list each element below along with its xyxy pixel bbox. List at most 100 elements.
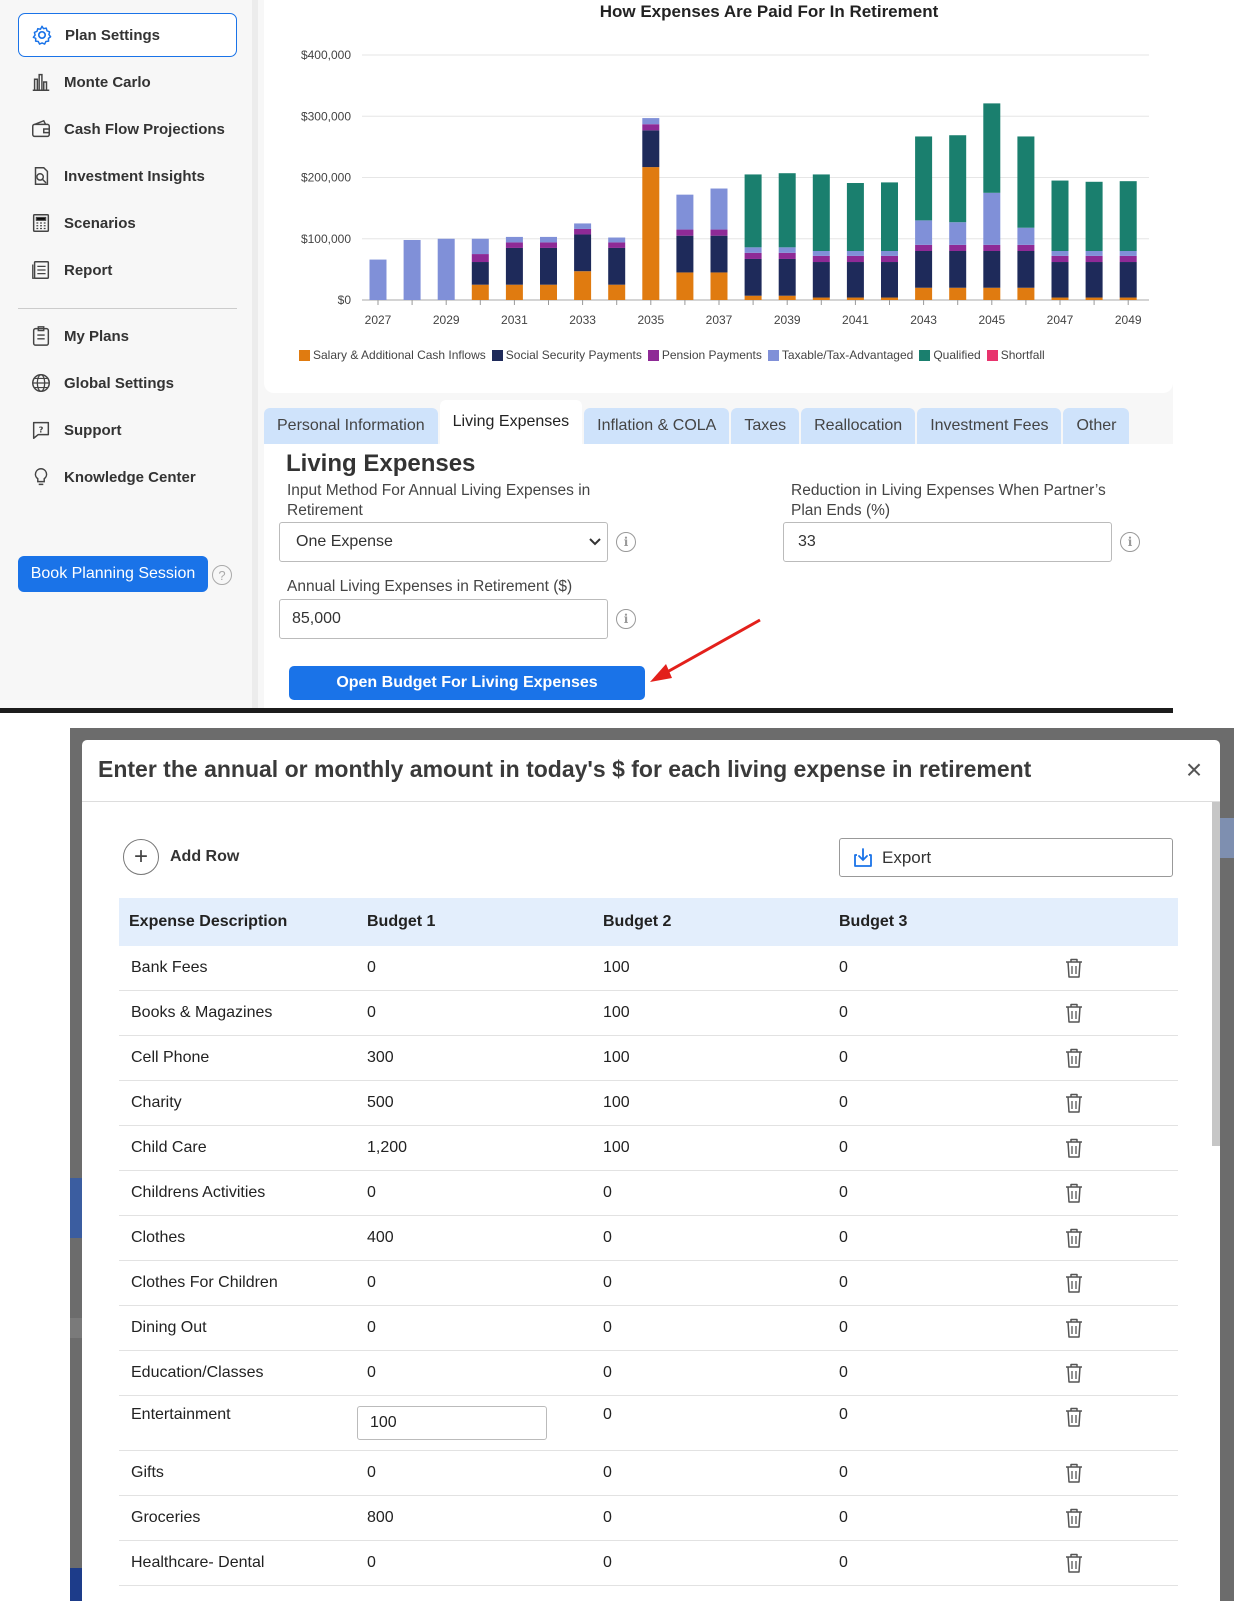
budget-1-cell[interactable]: 0 — [355, 1554, 591, 1572]
table-row: Entertainment 100 0 0 — [119, 1396, 1178, 1451]
expense-description-cell: Dining Out — [131, 1319, 207, 1336]
table-row: Childrens Activities 0 0 0 — [119, 1171, 1178, 1216]
trash-icon[interactable] — [1063, 1317, 1085, 1339]
budget-3-cell[interactable]: 0 — [827, 1004, 1063, 1022]
expense-description-cell: Education/Classes — [131, 1364, 264, 1381]
annotation-arrow-icon — [650, 618, 761, 682]
modal-title: Enter the annual or monthly amount in to… — [98, 756, 1032, 782]
expense-description-cell: Clothes For Children — [131, 1274, 278, 1291]
budget-3-cell[interactable]: 0 — [827, 1364, 1063, 1382]
trash-icon[interactable] — [1063, 1272, 1085, 1294]
budget-2-cell[interactable]: 0 — [591, 1319, 827, 1337]
table-row: Clothes 400 0 0 — [119, 1216, 1178, 1261]
table-row: Clothes For Children 0 0 0 — [119, 1261, 1178, 1306]
budget-2-cell[interactable]: 100 — [591, 1049, 827, 1067]
budget-1-cell[interactable]: 0 — [355, 1184, 591, 1202]
budget-2-cell[interactable]: 0 — [591, 1184, 827, 1202]
budget-1-cell[interactable]: 0 — [355, 1274, 591, 1292]
column-header: Budget 1 — [367, 913, 436, 930]
table-row: Education/Classes 0 0 0 — [119, 1351, 1178, 1396]
budget-1-cell[interactable]: 1,200 — [355, 1139, 591, 1157]
trash-icon[interactable] — [1063, 1227, 1085, 1249]
budget-1-cell[interactable]: 0 — [355, 1004, 591, 1022]
expense-description-cell: Cell Phone — [131, 1049, 210, 1066]
budget-1-input[interactable]: 100 — [357, 1406, 547, 1440]
budget-2-cell[interactable]: 0 — [591, 1229, 827, 1247]
budget-3-cell[interactable]: 0 — [827, 1274, 1063, 1292]
expense-description-cell: Bank Fees — [131, 959, 208, 976]
add-row-button[interactable]: + Add Row — [123, 839, 239, 875]
trash-icon[interactable] — [1063, 957, 1085, 979]
expense-description-cell: Charity — [131, 1094, 182, 1111]
budget-2-cell[interactable]: 0 — [591, 1274, 827, 1292]
app-screenshot-top: Plan Settings Monte Carlo Cash Flow Projec… — [0, 0, 1173, 708]
table-row: Charity 500 100 0 — [119, 1081, 1178, 1126]
expense-description-cell: Clothes — [131, 1229, 186, 1246]
expense-description-cell: Child Care — [131, 1139, 207, 1156]
download-icon — [852, 847, 874, 869]
expense-description-cell: Entertainment — [131, 1406, 231, 1423]
budget-3-cell[interactable]: 0 — [827, 1464, 1063, 1482]
budget-2-cell[interactable]: 100 — [591, 1094, 827, 1112]
budget-3-cell[interactable]: 0 — [827, 1094, 1063, 1112]
export-button[interactable]: Export — [839, 838, 1173, 877]
trash-icon[interactable] — [1063, 1137, 1085, 1159]
expense-description-cell: Childrens Activities — [131, 1184, 266, 1201]
trash-icon[interactable] — [1063, 1002, 1085, 1024]
table-row: Cell Phone 300 100 0 — [119, 1036, 1178, 1081]
screenshot-divider — [0, 708, 1173, 713]
table-header: Expense Description Budget 1 Budget 2 Bu… — [119, 898, 1178, 946]
budget-table: Expense Description Budget 1 Budget 2 Bu… — [119, 898, 1178, 1586]
budget-1-cell[interactable]: 0 — [355, 1364, 591, 1382]
budget-1-cell[interactable]: 0 — [355, 1464, 591, 1482]
add-row-label: Add Row — [170, 848, 240, 865]
budget-1-cell[interactable]: 100 — [355, 1396, 591, 1440]
trash-icon[interactable] — [1063, 1182, 1085, 1204]
budget-1-cell[interactable]: 500 — [355, 1094, 591, 1112]
budget-3-cell[interactable]: 0 — [827, 1396, 1063, 1424]
budget-2-cell[interactable]: 0 — [591, 1464, 827, 1482]
trash-icon[interactable] — [1063, 1406, 1085, 1428]
budget-3-cell[interactable]: 0 — [827, 959, 1063, 977]
budget-2-cell[interactable]: 0 — [591, 1364, 827, 1382]
table-row: Child Care 1,200 100 0 — [119, 1126, 1178, 1171]
budget-1-cell[interactable]: 300 — [355, 1049, 591, 1067]
budget-3-cell[interactable]: 0 — [827, 1319, 1063, 1337]
budget-3-cell[interactable]: 0 — [827, 1509, 1063, 1527]
budget-2-cell[interactable]: 100 — [591, 1139, 827, 1157]
budget-2-cell[interactable]: 0 — [591, 1554, 827, 1572]
budget-2-cell[interactable]: 100 — [591, 1004, 827, 1022]
expense-description-cell: Books & Magazines — [131, 1004, 273, 1021]
trash-icon[interactable] — [1063, 1047, 1085, 1069]
trash-icon[interactable] — [1063, 1507, 1085, 1529]
column-header: Budget 2 — [603, 913, 672, 930]
table-row: Books & Magazines 0 100 0 — [119, 991, 1178, 1036]
column-header: Expense Description — [129, 913, 288, 930]
trash-icon[interactable] — [1063, 1362, 1085, 1384]
budget-3-cell[interactable]: 0 — [827, 1139, 1063, 1157]
budget-3-cell[interactable]: 0 — [827, 1184, 1063, 1202]
table-row: Gifts 0 0 0 — [119, 1451, 1178, 1496]
trash-icon[interactable] — [1063, 1462, 1085, 1484]
budget-2-cell[interactable]: 100 — [591, 959, 827, 977]
plus-icon: + — [123, 839, 159, 875]
budget-3-cell[interactable]: 0 — [827, 1229, 1063, 1247]
budget-1-cell[interactable]: 0 — [355, 1319, 591, 1337]
budget-2-cell[interactable]: 0 — [591, 1509, 827, 1527]
column-header: Budget 3 — [839, 913, 908, 930]
table-row: Healthcare- Dental 0 0 0 — [119, 1541, 1178, 1586]
trash-icon[interactable] — [1063, 1092, 1085, 1114]
trash-icon[interactable] — [1063, 1552, 1085, 1574]
budget-1-cell[interactable]: 400 — [355, 1229, 591, 1247]
budget-3-cell[interactable]: 0 — [827, 1049, 1063, 1067]
budget-1-cell[interactable]: 0 — [355, 959, 591, 977]
close-icon[interactable]: × — [1180, 756, 1208, 784]
modal-header: Enter the annual or monthly amount in to… — [82, 740, 1220, 802]
budget-1-cell[interactable]: 800 — [355, 1509, 591, 1527]
expense-description-cell: Gifts — [131, 1464, 164, 1481]
expense-description-cell: Groceries — [131, 1509, 201, 1526]
modal-scrollbar[interactable] — [1212, 802, 1220, 1146]
expense-description-cell: Healthcare- Dental — [131, 1554, 265, 1571]
budget-2-cell[interactable]: 0 — [591, 1396, 827, 1424]
budget-3-cell[interactable]: 0 — [827, 1554, 1063, 1572]
